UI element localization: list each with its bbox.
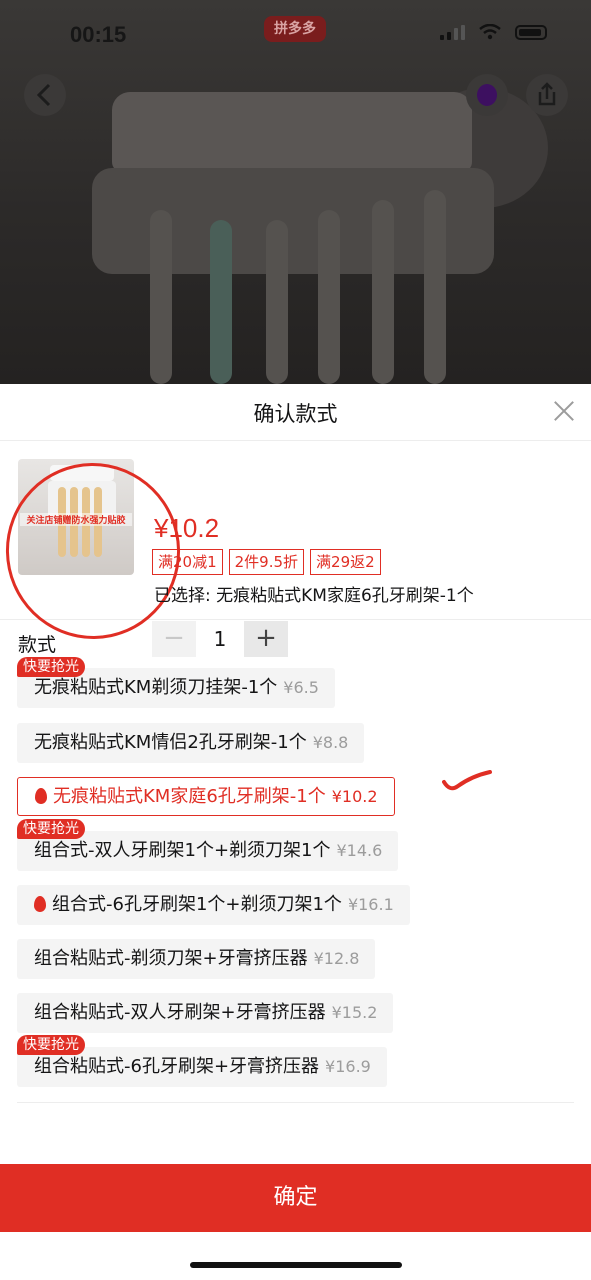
option-name: 组合粘贴式-剃须刀架+牙膏挤压器 xyxy=(34,948,308,969)
option-chip[interactable]: 无痕粘贴式KM情侣2孔牙刷架-1个 ¥8.8 xyxy=(17,723,365,763)
product-hero-image: 00:15 拼多多 xyxy=(0,0,591,384)
option-price: ¥15.2 xyxy=(331,1003,378,1022)
option-name: 无痕粘贴式KM家庭6孔牙刷架-1个 xyxy=(53,786,326,807)
promo-tag: 2件9.5折 xyxy=(228,549,305,575)
hot-badge: 快要抢光 xyxy=(17,819,85,839)
option-price: ¥16.9 xyxy=(325,1057,371,1076)
promo-tag: 满20减1 xyxy=(152,549,223,575)
live-button[interactable] xyxy=(466,74,508,116)
option-name: 组合式-6孔牙刷架1个+剃须刀架1个 xyxy=(52,894,342,915)
divider xyxy=(17,1102,574,1103)
option-price: ¥10.2 xyxy=(331,787,378,806)
option-price: ¥6.5 xyxy=(283,678,319,697)
selected-prefix: 已选择: xyxy=(154,586,217,606)
option-chip[interactable]: 组合式-6孔牙刷架1个+剃须刀架1个 ¥16.1 xyxy=(17,885,410,925)
selected-variant: 已选择: 无痕粘贴式KM家庭6孔牙刷架-1个 xyxy=(154,581,474,606)
option-chip-selected[interactable]: 无痕粘贴式KM家庭6孔牙刷架-1个 ¥10.2 xyxy=(17,777,395,816)
selected-value: 无痕粘贴式KM家庭6孔牙刷架-1个 xyxy=(216,586,474,606)
flame-icon xyxy=(34,896,46,912)
option-chip[interactable]: 组合粘贴式-双人牙刷架+牙膏挤压器 ¥15.2 xyxy=(17,993,394,1033)
options-label: 款式 xyxy=(18,634,57,656)
battery-icon xyxy=(515,24,547,40)
option-name: 组合粘贴式-6孔牙刷架+牙膏挤压器 xyxy=(34,1056,320,1077)
sheet-header: 确认款式 xyxy=(0,384,591,441)
promo-tag: 满29返2 xyxy=(310,549,381,575)
app-badge: 拼多多 xyxy=(264,16,326,42)
flame-icon xyxy=(35,788,47,804)
hand-drawn-check-annotation xyxy=(442,770,492,791)
status-time: 00:15 xyxy=(70,22,127,47)
product-summary: 关注店铺赠防水强力贴胶 ¥10.2 满20减1 2件9.5折 满29返2 已选择… xyxy=(0,441,591,657)
hot-badge: 快要抢光 xyxy=(17,657,85,677)
brush-shape xyxy=(424,190,446,384)
decrease-button[interactable]: − xyxy=(152,621,196,657)
sheet-title: 确认款式 xyxy=(253,402,338,426)
option-name: 组合粘贴式-双人牙刷架+牙膏挤压器 xyxy=(34,1002,326,1023)
increase-button[interactable]: + xyxy=(244,621,288,657)
home-indicator xyxy=(190,1262,402,1268)
quantity-value[interactable]: 1 xyxy=(196,627,244,651)
option-price: ¥12.8 xyxy=(313,949,360,968)
wifi-icon xyxy=(479,24,501,40)
share-button[interactable] xyxy=(526,74,568,116)
option-name: 无痕粘贴式KM情侣2孔牙刷架-1个 xyxy=(34,732,307,753)
brush-shape xyxy=(150,210,172,384)
promo-tags: 满20减1 2件9.5折 满29返2 xyxy=(152,549,381,575)
rack-top-shape xyxy=(112,92,472,172)
option-name: 无痕粘贴式KM剃须刀挂架-1个 xyxy=(34,677,278,698)
option-price: ¥8.8 xyxy=(312,733,349,752)
back-button[interactable] xyxy=(24,74,66,116)
quantity-stepper: − 1 + xyxy=(152,621,288,657)
brush-shape xyxy=(210,220,232,384)
option-price: ¥14.6 xyxy=(336,841,383,860)
confirm-button[interactable]: 确定 xyxy=(0,1164,591,1232)
brush-shape xyxy=(318,210,340,384)
hot-badge: 快要抢光 xyxy=(17,1035,85,1055)
product-price: ¥10.2 xyxy=(154,513,220,543)
brush-shape xyxy=(266,220,288,384)
back-icon xyxy=(36,83,51,107)
signal-icon xyxy=(440,24,465,40)
option-name: 组合式-双人牙刷架1个+剃须刀架1个 xyxy=(34,840,331,861)
brush-shape xyxy=(372,200,394,384)
style-picker-sheet: 确认款式 关注店铺赠防水强力贴胶 ¥10.2 满20减1 2件9.5折 满29返… xyxy=(0,384,591,1280)
close-icon[interactable] xyxy=(553,400,575,422)
status-icons xyxy=(440,24,547,40)
option-chip[interactable]: 组合粘贴式-剃须刀架+牙膏挤压器 ¥12.8 xyxy=(17,939,376,979)
share-icon xyxy=(538,82,556,106)
option-price: ¥16.1 xyxy=(347,895,394,914)
